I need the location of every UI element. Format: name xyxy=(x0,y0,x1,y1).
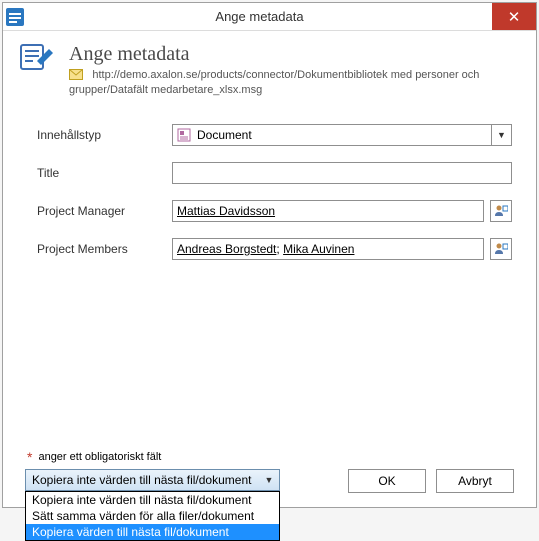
chevron-down-icon: ▼ xyxy=(491,125,511,145)
required-note: *anger ett obligatoriskt fält xyxy=(27,449,514,465)
copy-values-select[interactable]: Kopiera inte värden till nästa fil/dokum… xyxy=(25,469,280,491)
copy-values-option[interactable]: Sätt samma värden för alla filer/dokumen… xyxy=(26,508,279,524)
content-type-label: Innehållstyp xyxy=(37,128,172,142)
footer: *anger ett obligatoriskt fält Kopiera in… xyxy=(3,449,536,507)
page-title: Ange metadata xyxy=(69,43,520,66)
content-type-row: Innehållstyp Document ▼ xyxy=(37,124,512,146)
copy-values-dropdown-list: Kopiera inte värden till nästa fil/dokum… xyxy=(25,491,280,541)
project-manager-row: Project Manager Mattias Davidsson xyxy=(37,200,512,222)
document-url: http://demo.axalon.se/products/connector… xyxy=(69,69,479,96)
person-picker-icon xyxy=(494,242,508,256)
copy-values-option[interactable]: Kopiera värden till nästa fil/dokument xyxy=(26,524,279,540)
metadata-icon xyxy=(19,43,55,79)
title-input[interactable] xyxy=(172,162,512,184)
close-button[interactable]: ✕ xyxy=(492,3,536,30)
mail-icon xyxy=(69,69,83,80)
project-members-row: Project Members Andreas Borgstedt; Mika … xyxy=(37,238,512,260)
copy-values-selected: Kopiera inte värden till nästa fil/dokum… xyxy=(32,473,251,487)
project-members-value: Andreas Borgstedt; Mika Auvinen xyxy=(177,242,354,256)
project-members-label: Project Members xyxy=(37,242,172,256)
form: Innehållstyp Document ▼ Title Project xyxy=(3,108,536,286)
chevron-down-icon: ▼ xyxy=(259,470,279,490)
document-type-icon xyxy=(177,128,191,142)
dialog-window: Ange metadata ✕ Ange metadata xyxy=(2,2,537,508)
close-icon: ✕ xyxy=(508,8,521,26)
project-manager-label: Project Manager xyxy=(37,204,172,218)
header: Ange metadata http://demo.axalon.se/prod… xyxy=(3,31,536,108)
project-manager-field[interactable]: Mattias Davidsson xyxy=(172,200,484,222)
person-picker-icon xyxy=(494,204,508,218)
title-label: Title xyxy=(37,166,172,180)
title-row: Title xyxy=(37,162,512,184)
title-bar: Ange metadata ✕ xyxy=(3,3,536,31)
cancel-button[interactable]: Avbryt xyxy=(436,469,514,493)
project-manager-value: Mattias Davidsson xyxy=(177,204,275,218)
ok-button[interactable]: OK xyxy=(348,469,426,493)
content-type-value: Document xyxy=(197,128,252,142)
copy-values-option[interactable]: Kopiera inte värden till nästa fil/dokum… xyxy=(26,492,279,508)
window-title: Ange metadata xyxy=(27,3,492,30)
project-members-picker-button[interactable] xyxy=(490,238,512,260)
content-type-select[interactable]: Document ▼ xyxy=(172,124,512,146)
app-icon xyxy=(3,3,27,30)
project-manager-picker-button[interactable] xyxy=(490,200,512,222)
project-members-field[interactable]: Andreas Borgstedt; Mika Auvinen xyxy=(172,238,484,260)
required-star-icon: * xyxy=(27,449,32,465)
